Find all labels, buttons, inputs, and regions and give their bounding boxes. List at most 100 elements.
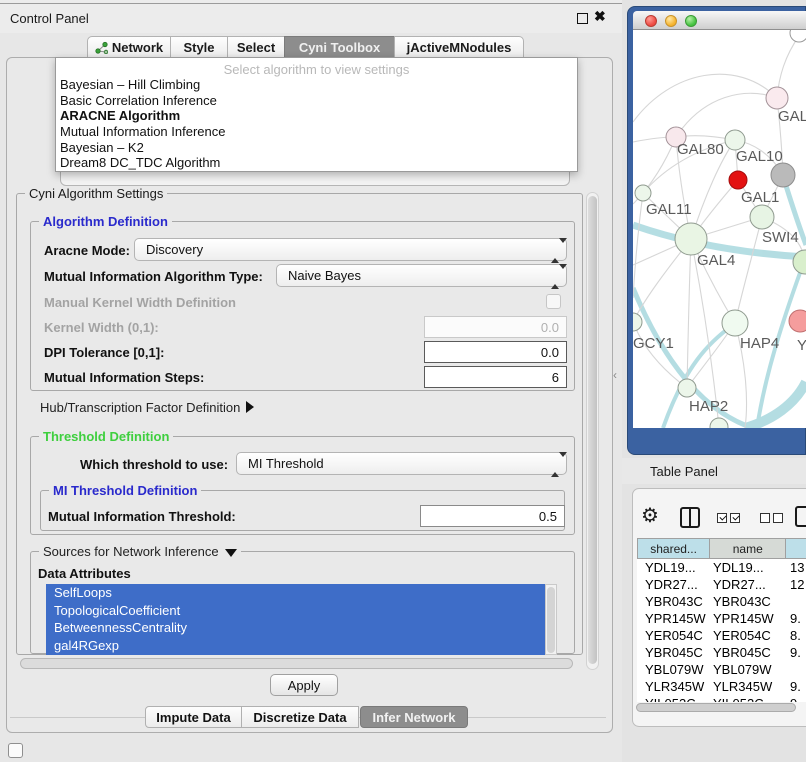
- attr-item-betweennesscentrality[interactable]: BetweennessCentrality: [46, 619, 545, 637]
- mi-steps-field[interactable]: 6: [424, 366, 567, 388]
- table-hscrollbar-thumb[interactable]: [636, 703, 796, 712]
- tab-style[interactable]: Style: [170, 36, 228, 58]
- table-row[interactable]: YDL19...YDL19...13: [637, 559, 806, 576]
- node-labels: GAL GAL80 GAL10 GAL11 GAL1 SWI4 GAL4 GCY…: [633, 108, 806, 415]
- sources-group-title[interactable]: Sources for Network Inference: [39, 544, 241, 559]
- gear-icon[interactable]: ⚙: [641, 503, 659, 528]
- cell: YBR043C: [637, 593, 710, 610]
- sources-title-text: Sources for Network Inference: [43, 544, 219, 559]
- tab-infer-network[interactable]: Infer Network: [360, 706, 468, 728]
- tab-jactivemnodules[interactable]: jActiveMNodules: [394, 36, 524, 58]
- popup-item-aracne[interactable]: ARACNE Algorithm: [56, 108, 577, 124]
- cell: YIL052C: [637, 695, 710, 702]
- node-gal4[interactable]: [675, 223, 707, 255]
- tab-discretize-data[interactable]: Discretize Data: [241, 706, 359, 728]
- node-gray[interactable]: [771, 163, 795, 187]
- algorithm-definition-title: Algorithm Definition: [39, 214, 172, 229]
- column-header-partial[interactable]: [786, 539, 806, 558]
- function-builder-icon[interactable]: [795, 506, 806, 527]
- node-label-gal80: GAL80: [677, 141, 724, 158]
- select-all-icon-2[interactable]: [730, 513, 740, 523]
- table-rows: YDL19...YDL19...13 YDR27...YDR27...12 YB…: [637, 559, 806, 702]
- float-panel-icon[interactable]: [577, 13, 588, 24]
- dpi-tolerance-field[interactable]: 0.0: [424, 341, 567, 363]
- apply-button[interactable]: Apply: [270, 674, 338, 696]
- node-gal11[interactable]: [635, 185, 651, 201]
- threshold-definition-title: Threshold Definition: [39, 429, 173, 444]
- table-row[interactable]: YIL052CYIL052C9.: [637, 695, 806, 702]
- table-row[interactable]: YBL079WYBL079W: [637, 661, 806, 678]
- attr-item-topologicalcoefficient[interactable]: TopologicalCoefficient: [46, 602, 545, 620]
- node-hap4[interactable]: [722, 310, 748, 336]
- close-window-icon[interactable]: [645, 15, 657, 27]
- table-row[interactable]: YLR345WYLR345W9.: [637, 678, 806, 695]
- panel-collapse-handle[interactable]: ‹: [613, 368, 617, 382]
- cell: YIL052C: [710, 695, 787, 702]
- tab-cyni-toolbox[interactable]: Cyni Toolbox: [284, 36, 395, 58]
- attributes-scrollbar-thumb[interactable]: [547, 587, 555, 653]
- manual-kernel-checkbox[interactable]: [546, 294, 561, 309]
- show-columns-icon[interactable]: [680, 507, 700, 528]
- unselect-all-icon-2[interactable]: [773, 513, 783, 523]
- which-threshold-select[interactable]: MI Threshold: [236, 452, 567, 475]
- aracne-mode-select[interactable]: Discovery: [134, 238, 567, 261]
- table-row[interactable]: YBR045CYBR045C9.: [637, 644, 806, 661]
- node-red-selected[interactable]: [729, 171, 747, 189]
- tab-network[interactable]: Network: [87, 36, 171, 58]
- node-partial-bottom[interactable]: [710, 418, 728, 428]
- table-panel-title: Table Panel: [650, 464, 718, 479]
- settings-vscrollbar[interactable]: [586, 192, 599, 670]
- node-pink-right[interactable]: [789, 310, 806, 332]
- hub-definition-expander[interactable]: Hub/Transcription Factor Definition: [40, 400, 254, 415]
- table-row[interactable]: YPR145WYPR145W9.: [637, 610, 806, 627]
- cell: YPR145W: [637, 610, 710, 627]
- node-gal-partial[interactable]: [766, 87, 788, 109]
- popup-item-bayesian-hill-climbing[interactable]: Bayesian – Hill Climbing: [56, 77, 577, 93]
- node-label-gal10: GAL10: [736, 148, 783, 165]
- select-all-icon[interactable]: [717, 513, 727, 523]
- popup-item-basic-correlation[interactable]: Basic Correlation Inference: [56, 93, 577, 109]
- combo-updown-icon: [551, 457, 559, 472]
- cell: YLR345W: [637, 678, 710, 695]
- which-threshold-label: Which threshold to use:: [80, 457, 228, 472]
- node-gal1[interactable]: [750, 205, 774, 229]
- tab-impute-data[interactable]: Impute Data: [145, 706, 242, 728]
- mi-type-select[interactable]: Naive Bayes: [276, 264, 567, 287]
- popup-item-dream8[interactable]: Dream8 DC_TDC Algorithm: [56, 155, 577, 171]
- settings-vscrollbar-thumb[interactable]: [588, 196, 597, 664]
- minimized-panel-grip[interactable]: [8, 743, 23, 758]
- network-window-titlebar[interactable]: [633, 11, 806, 30]
- tab-infer-network-label: Infer Network: [372, 710, 455, 725]
- node-partial-top[interactable]: [790, 30, 806, 42]
- cell: [787, 661, 806, 678]
- table-row[interactable]: YBR043CYBR043C: [637, 593, 806, 610]
- tab-select[interactable]: Select: [227, 36, 285, 58]
- mi-threshold-group-title: MI Threshold Definition: [49, 483, 201, 498]
- node-gcy1[interactable]: [633, 313, 642, 331]
- zoom-window-icon[interactable]: [685, 15, 697, 27]
- table-row[interactable]: YER054CYER054C8.: [637, 627, 806, 644]
- tab-cyni-toolbox-label: Cyni Toolbox: [299, 40, 380, 55]
- cell: 13: [787, 559, 806, 576]
- node-gal10[interactable]: [725, 130, 745, 150]
- network-graph[interactable]: GAL GAL80 GAL10 GAL11 GAL1 SWI4 GAL4 GCY…: [633, 30, 806, 428]
- network-canvas[interactable]: GAL GAL80 GAL10 GAL11 GAL1 SWI4 GAL4 GCY…: [633, 30, 806, 428]
- node-hap2[interactable]: [678, 379, 696, 397]
- mi-threshold-field[interactable]: 0.5: [420, 505, 565, 527]
- settings-hscrollbar-thumb[interactable]: [20, 658, 573, 669]
- unselect-all-icon[interactable]: [760, 513, 770, 523]
- popup-item-bayesian-k2[interactable]: Bayesian – K2: [56, 140, 577, 156]
- table-row[interactable]: YDR27...YDR27...12: [637, 576, 806, 593]
- close-panel-icon[interactable]: ✖: [594, 8, 606, 25]
- attr-item-gal4rgexp[interactable]: gal4RGexp: [46, 637, 545, 655]
- attributes-scrollbar[interactable]: [545, 584, 557, 655]
- attr-item-selfloops[interactable]: SelfLoops: [46, 584, 545, 602]
- cell: 9.: [787, 695, 806, 702]
- tab-select-label: Select: [237, 40, 275, 55]
- minimize-window-icon[interactable]: [665, 15, 677, 27]
- kernel-width-field[interactable]: 0.0: [424, 316, 567, 338]
- column-header-name[interactable]: name: [710, 539, 786, 558]
- column-header-shared-name[interactable]: shared...: [638, 539, 710, 558]
- mi-type-label: Mutual Information Algorithm Type:: [44, 269, 263, 284]
- popup-item-mutual-information[interactable]: Mutual Information Inference: [56, 124, 577, 140]
